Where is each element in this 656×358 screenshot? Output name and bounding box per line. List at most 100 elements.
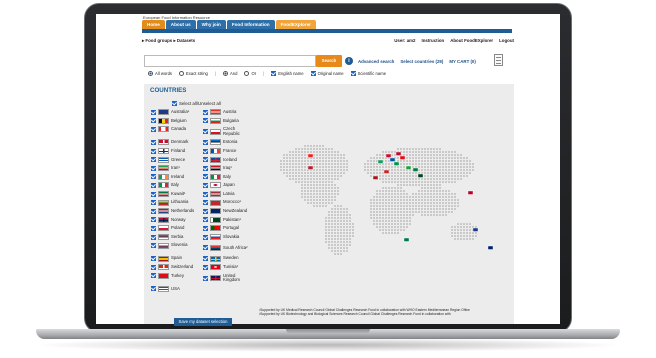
select-countries-link[interactable]: Select countries (29) — [400, 59, 443, 64]
country-item[interactable]: NewZealand — [203, 207, 255, 216]
country-item[interactable]: USA — [151, 285, 203, 294]
country-item[interactable]: Poland — [151, 224, 203, 233]
country-item[interactable]: Italy — [203, 173, 255, 182]
country-label: France — [223, 147, 237, 153]
country-item[interactable]: Italy — [151, 181, 203, 190]
country-item[interactable]: Turkey — [151, 272, 203, 281]
option-original-name[interactable]: Original name — [310, 71, 344, 77]
map-flag-pin[interactable] — [399, 155, 406, 160]
country-item[interactable]: Iran¹ — [151, 164, 203, 173]
country-item[interactable]: Switzerland — [151, 263, 203, 272]
country-item[interactable]: Finland — [151, 147, 203, 156]
option-english-name[interactable]: English name — [271, 71, 304, 77]
country-item[interactable]: Australia¹ — [151, 108, 203, 117]
country-item[interactable]: Portugal — [203, 224, 255, 233]
country-label: Ireland — [171, 173, 185, 179]
option-all-words[interactable]: All words — [148, 71, 172, 77]
cart-icon[interactable] — [494, 54, 503, 66]
country-label: Japan — [223, 182, 235, 188]
tab-why-join[interactable]: Why join — [196, 20, 226, 29]
country-item[interactable]: Estonia — [203, 138, 255, 147]
country-label: Tunisia¹ — [223, 264, 239, 270]
country-item[interactable]: Norway — [151, 216, 203, 225]
country-item[interactable]: Tunisia¹ — [203, 263, 255, 272]
country-item[interactable]: Serbia — [151, 233, 203, 242]
country-item[interactable]: Netherlands — [151, 207, 203, 216]
checkbox-icon — [203, 165, 208, 171]
logout-link[interactable]: Logout — [499, 38, 514, 43]
my-cart-link[interactable]: MY CART (0) — [449, 59, 476, 64]
option-or[interactable]: Or — [244, 71, 256, 77]
country-item[interactable]: Slovenia — [151, 241, 203, 250]
country-item[interactable]: Canada — [151, 125, 203, 134]
search-button[interactable]: Search — [316, 55, 342, 67]
map-flag-pin[interactable] — [395, 151, 402, 156]
map-flag-pin[interactable] — [405, 165, 412, 170]
country-item[interactable]: Pakistan¹ — [203, 216, 255, 225]
select-all-toggle[interactable]: Select all/Unselect all — [172, 101, 221, 107]
ee-flag-icon — [210, 139, 221, 146]
map-flag-pin[interactable] — [307, 165, 314, 170]
country-item[interactable]: Sweden — [203, 254, 255, 263]
instruction-link[interactable]: Instruction — [422, 38, 445, 43]
map-flag-pin[interactable] — [412, 167, 419, 172]
advanced-search-link[interactable]: Advanced search — [358, 59, 394, 64]
tab-foodexplorer[interactable]: FoodEXplorer — [275, 20, 316, 29]
checkbox-icon — [151, 174, 156, 180]
map-flag-pin[interactable] — [385, 153, 392, 158]
country-item[interactable]: United Kingdom — [203, 272, 253, 285]
checkbox-icon — [350, 71, 356, 77]
nz-flag-icon — [210, 208, 221, 215]
tab-about-us[interactable]: About us — [165, 20, 196, 29]
country-item[interactable]: Spain — [151, 254, 203, 263]
country-item[interactable]: Belgium — [151, 117, 203, 126]
tab-food-information[interactable]: Food Information — [226, 20, 275, 29]
checkbox-icon — [151, 118, 156, 124]
map-flag-pin[interactable] — [377, 159, 384, 164]
option-label: Exact string — [186, 71, 208, 76]
map-flag-pin[interactable] — [467, 190, 474, 195]
option-exact-string[interactable]: Exact string — [179, 71, 208, 77]
about-link[interactable]: About FoodEXplorer — [450, 38, 493, 43]
country-label: Canada — [171, 126, 187, 132]
country-item[interactable]: Kuwait¹ — [151, 190, 203, 199]
map-flag-pin[interactable] — [372, 175, 379, 180]
country-item[interactable]: Iceland — [203, 155, 255, 164]
map-flag-pin[interactable] — [307, 153, 314, 158]
country-item[interactable]: France — [203, 147, 255, 156]
option-and[interactable]: And — [222, 71, 237, 77]
map-flag-pin[interactable] — [487, 245, 494, 250]
user-name[interactable]: User: am2 — [394, 38, 415, 43]
country-item[interactable]: Bulgaria — [203, 117, 255, 126]
checkbox-icon — [203, 264, 208, 270]
save-selection-button[interactable]: Save my dataset selection — [174, 318, 232, 326]
map-flag-pin[interactable] — [393, 161, 400, 166]
country-item[interactable]: Greece — [151, 155, 203, 164]
map-flag-pin[interactable] — [472, 227, 479, 232]
map-flag-pin[interactable] — [417, 173, 424, 178]
search-input[interactable] — [144, 55, 316, 67]
country-item[interactable]: Slovakia — [203, 233, 255, 242]
map-flag-pin[interactable] — [389, 157, 396, 162]
country-item[interactable]: Denmark — [151, 138, 203, 147]
country-item[interactable]: Japan — [203, 181, 255, 190]
breadcrumb[interactable]: ▸ Food groups ▸ Datasets — [142, 38, 195, 44]
country-item[interactable]: Ireland — [151, 173, 203, 182]
tab-home[interactable]: Home — [142, 20, 165, 29]
country-item[interactable]: Morocco¹ — [203, 198, 255, 207]
map-flag-pin[interactable] — [403, 237, 410, 242]
country-item[interactable]: South Africa² — [203, 241, 253, 254]
country-item[interactable]: Iraq¹ — [203, 164, 255, 173]
search-options: All words Exact string | And Or | Englis… — [148, 71, 386, 77]
map-flag-pin[interactable] — [383, 169, 390, 174]
country-item[interactable]: Latvia — [203, 190, 255, 199]
country-item[interactable]: Czech Republic — [203, 125, 253, 138]
user-menu: User: am2 Instruction About FoodEXplorer… — [394, 38, 514, 43]
tr-flag-icon — [158, 272, 169, 279]
checkbox-icon — [151, 256, 156, 262]
country-item[interactable]: Lithuania — [151, 198, 203, 207]
info-icon[interactable]: i — [345, 57, 353, 65]
checkbox-icon — [151, 157, 156, 163]
country-item[interactable]: Austria — [203, 108, 255, 117]
option-scientific-name[interactable]: Scientific name — [350, 71, 386, 77]
